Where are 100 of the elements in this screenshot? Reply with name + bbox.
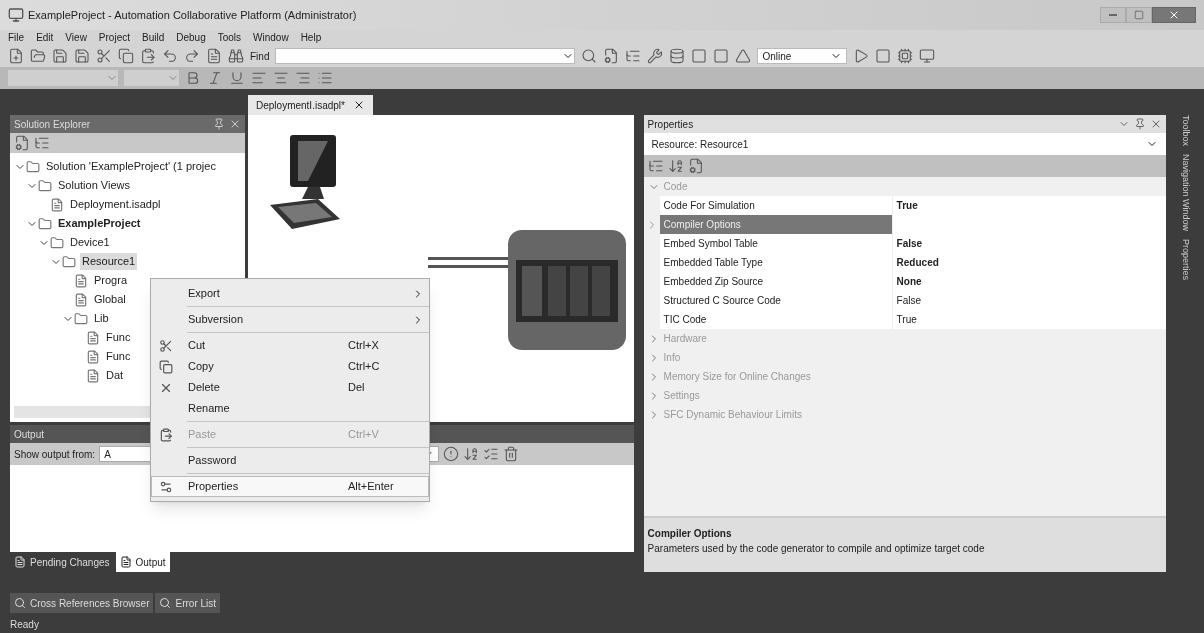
- side-tab[interactable]: Navigation Window: [1178, 154, 1192, 232]
- menu-item[interactable]: Password: [151, 450, 429, 471]
- pin-icon[interactable]: [1134, 118, 1147, 130]
- folder-icon[interactable]: [30, 48, 46, 64]
- pin-icon[interactable]: [213, 118, 225, 130]
- align-left-icon[interactable]: [251, 70, 267, 86]
- sort-icon[interactable]: [463, 446, 480, 462]
- menu-item[interactable]: Edit: [36, 30, 54, 45]
- property-name[interactable]: Compiler Options: [659, 215, 892, 234]
- play-icon[interactable]: [853, 48, 870, 64]
- menu-item[interactable]: Subversion: [151, 309, 429, 330]
- menu-item[interactable]: File: [8, 30, 25, 45]
- new-file-icon[interactable]: [8, 48, 24, 64]
- window-icon[interactable]: [691, 48, 708, 64]
- italic-icon[interactable]: [207, 70, 223, 86]
- menu-item[interactable]: Properties Alt+Enter: [151, 476, 429, 497]
- properties-icon[interactable]: [14, 135, 30, 151]
- sort-icon[interactable]: [667, 158, 684, 174]
- list-icon[interactable]: [483, 446, 500, 462]
- categorized-icon[interactable]: [647, 158, 664, 174]
- tree-item[interactable]: Dat: [104, 367, 126, 384]
- tree-icon[interactable]: [34, 135, 50, 151]
- file-settings-icon[interactable]: [603, 48, 620, 64]
- menu-item[interactable]: Help: [300, 30, 322, 45]
- copy-icon[interactable]: [118, 48, 134, 64]
- close-button[interactable]: [1152, 7, 1196, 23]
- tree-item[interactable]: Func: [104, 329, 133, 346]
- menu-item[interactable]: Export: [151, 283, 429, 304]
- wrench-icon[interactable]: [647, 48, 664, 64]
- redo-icon[interactable]: [184, 48, 200, 64]
- menu-item[interactable]: Rename: [151, 398, 429, 419]
- menu-item[interactable]: Cut Ctrl+X: [151, 335, 429, 356]
- property-value[interactable]: True: [891, 196, 1167, 215]
- save-icon[interactable]: [52, 48, 68, 64]
- cut-icon[interactable]: [96, 48, 112, 64]
- property-value[interactable]: False: [891, 234, 1167, 253]
- property-name[interactable]: TIC Code: [659, 310, 892, 329]
- minimize-button[interactable]: [1100, 7, 1126, 23]
- tool-tab[interactable]: Cross References Browser: [10, 593, 154, 613]
- stop-icon[interactable]: [875, 48, 892, 64]
- file-icon: [86, 330, 100, 345]
- tree-item[interactable]: Lib: [92, 310, 111, 327]
- window-icon[interactable]: [713, 48, 730, 64]
- paste-icon[interactable]: [140, 48, 156, 64]
- property-value[interactable]: Reduced: [891, 253, 1167, 272]
- property-value[interactable]: None: [891, 272, 1167, 291]
- property-pages-icon[interactable]: [687, 158, 704, 174]
- clear-icon[interactable]: [503, 446, 520, 462]
- menu-item[interactable]: View: [65, 30, 87, 45]
- panel-tab[interactable]: Output: [115, 552, 170, 572]
- tree-item[interactable]: ExampleProject: [56, 215, 143, 232]
- folder-icon: [62, 254, 76, 269]
- tree-item[interactable]: Device1: [68, 234, 112, 251]
- property-name[interactable]: Embed Symbol Table: [659, 234, 892, 253]
- menu-item[interactable]: Copy Ctrl+C: [151, 356, 429, 377]
- find-label: Find: [250, 49, 270, 64]
- menu-icon: [159, 427, 173, 442]
- list-icon[interactable]: [317, 70, 333, 86]
- maximize-button[interactable]: [1126, 7, 1152, 23]
- database-icon[interactable]: [669, 48, 686, 64]
- bold-icon[interactable]: [185, 70, 201, 86]
- tree-item[interactable]: Global: [92, 291, 128, 308]
- menu-item[interactable]: Window: [253, 30, 289, 45]
- side-tab[interactable]: Properties: [1178, 239, 1192, 281]
- binoculars-icon[interactable]: [228, 48, 244, 64]
- property-value[interactable]: True: [891, 310, 1167, 329]
- tool-tab[interactable]: Error List: [155, 593, 221, 613]
- undo-icon[interactable]: [162, 48, 178, 64]
- side-tab[interactable]: Toolbox: [1178, 115, 1192, 147]
- chip-icon[interactable]: [897, 48, 914, 64]
- menu-item[interactable]: Project: [98, 30, 130, 45]
- property-value[interactable]: False: [891, 291, 1167, 310]
- align-right-icon[interactable]: [295, 70, 311, 86]
- tree-item[interactable]: Deployment.isadpl: [68, 196, 163, 213]
- document-icon[interactable]: [206, 48, 222, 64]
- tree-item[interactable]: Progra: [92, 272, 130, 289]
- monitor-icon[interactable]: [919, 48, 936, 64]
- property-name[interactable]: Structured C Source Code: [659, 291, 892, 310]
- menu-item[interactable]: Debug: [176, 30, 206, 45]
- tree-item[interactable]: Solution 'ExampleProject' (1 projec: [44, 158, 218, 175]
- save-icon[interactable]: [74, 48, 90, 64]
- document-tab[interactable]: DeploymentI.isadpl*: [248, 95, 373, 115]
- tree-item[interactable]: Resource1: [80, 253, 138, 270]
- menu-item[interactable]: Delete Del: [151, 377, 429, 398]
- tree-item[interactable]: Solution Views: [56, 177, 132, 194]
- menu-item[interactable]: Tools: [217, 30, 242, 45]
- window-title: ExampleProject - Automation Collaborative Platform (Administrator): [28, 7, 358, 23]
- tree-icon[interactable]: [625, 48, 642, 64]
- document-icon: [14, 556, 26, 568]
- object-selector[interactable]: Resource: Resource1: [643, 133, 1167, 155]
- find-field[interactable]: [275, 48, 576, 64]
- underline-icon[interactable]: [229, 70, 245, 86]
- search-icon[interactable]: [581, 48, 598, 64]
- tree-item[interactable]: Func: [104, 348, 133, 365]
- mode-dropdown[interactable]: Online: [757, 48, 848, 64]
- menu-item[interactable]: Build: [142, 30, 165, 45]
- align-center-icon[interactable]: [273, 70, 289, 86]
- property-name[interactable]: Embedded Table Type: [659, 253, 892, 272]
- property-name[interactable]: Code For Simulation: [659, 196, 892, 215]
- property-name[interactable]: Embedded Zip Source: [659, 272, 892, 291]
